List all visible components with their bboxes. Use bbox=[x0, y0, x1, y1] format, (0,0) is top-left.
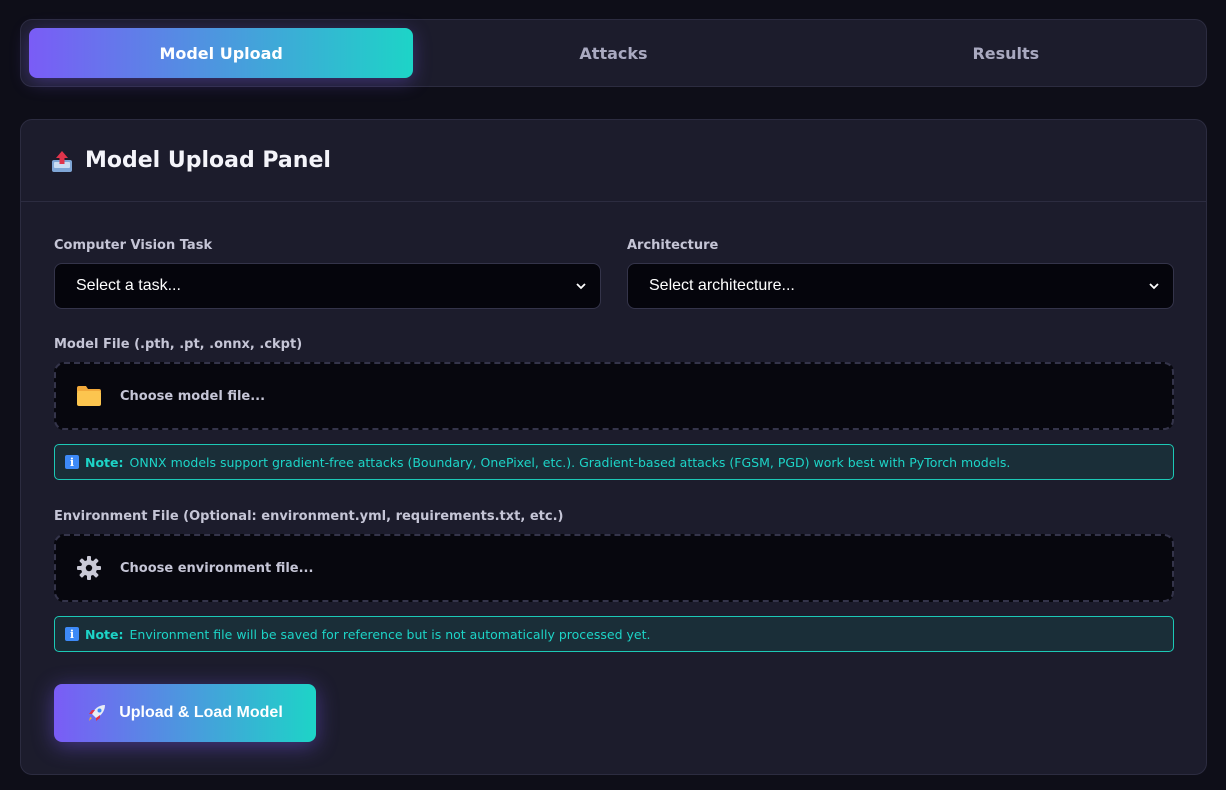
panel-title: Model Upload Panel bbox=[85, 148, 331, 173]
env-file-placeholder: Choose environment file... bbox=[120, 560, 314, 576]
env-file-label: Environment File (Optional: environment.… bbox=[54, 509, 564, 524]
model-upload-panel: Model Upload Panel Computer Vision Task … bbox=[20, 119, 1207, 775]
model-note: i Note: ONNX models support gradient-fre… bbox=[54, 444, 1174, 480]
model-note-text: ONNX models support gradient-free attack… bbox=[129, 454, 1011, 470]
tab-bar: Model Upload Attacks Results bbox=[20, 19, 1207, 87]
env-note-text: Environment file will be saved for refer… bbox=[129, 626, 651, 642]
rocket-icon bbox=[89, 705, 106, 721]
model-note-box: i Note: ONNX models support gradient-fre… bbox=[54, 444, 1174, 480]
info-icon: i bbox=[65, 455, 79, 469]
info-icon: i bbox=[65, 627, 79, 641]
model-file-placeholder: Choose model file... bbox=[120, 388, 266, 404]
selector-row: Computer Vision Task Select a task... Ar… bbox=[54, 238, 1174, 309]
architecture-select[interactable]: Select architecture... bbox=[627, 263, 1174, 309]
model-note-prefix: Note: bbox=[85, 454, 124, 470]
chevron-down-icon bbox=[576, 283, 586, 290]
model-file-label: Model File (.pth, .pt, .onnx, .ckpt) bbox=[54, 337, 303, 352]
model-file-dropzone[interactable]: Choose model file... bbox=[54, 362, 1174, 430]
task-select[interactable]: Select a task... bbox=[54, 263, 601, 309]
tab-results[interactable]: Results bbox=[814, 28, 1198, 78]
tab-attacks[interactable]: Attacks bbox=[421, 28, 805, 78]
env-file-field: Environment File (Optional: environment.… bbox=[54, 509, 1174, 602]
env-note-box: i Note: Environment file will be saved f… bbox=[54, 616, 1174, 652]
task-field: Computer Vision Task Select a task... bbox=[54, 238, 601, 309]
outbox-tray-icon bbox=[52, 150, 72, 172]
env-note-prefix: Note: bbox=[85, 626, 124, 642]
chevron-down-icon bbox=[1149, 283, 1159, 290]
architecture-label: Architecture bbox=[627, 238, 719, 253]
architecture-select-value: Select architecture... bbox=[649, 277, 795, 294]
env-file-dropzone[interactable]: Choose environment file... bbox=[54, 534, 1174, 602]
upload-load-model-button[interactable]: Upload & Load Model bbox=[54, 684, 316, 742]
task-select-value: Select a task... bbox=[76, 277, 181, 294]
model-file-field: Model File (.pth, .pt, .onnx, .ckpt) Cho… bbox=[54, 337, 1174, 430]
panel-header: Model Upload Panel bbox=[21, 120, 1206, 202]
upload-button-label: Upload & Load Model bbox=[119, 704, 283, 721]
folder-icon bbox=[77, 386, 101, 406]
gear-icon bbox=[77, 556, 101, 580]
tab-model-upload[interactable]: Model Upload bbox=[29, 28, 414, 78]
task-label: Computer Vision Task bbox=[54, 238, 213, 253]
architecture-field: Architecture Select architecture... bbox=[627, 238, 1174, 309]
env-note: i Note: Environment file will be saved f… bbox=[54, 616, 1174, 652]
